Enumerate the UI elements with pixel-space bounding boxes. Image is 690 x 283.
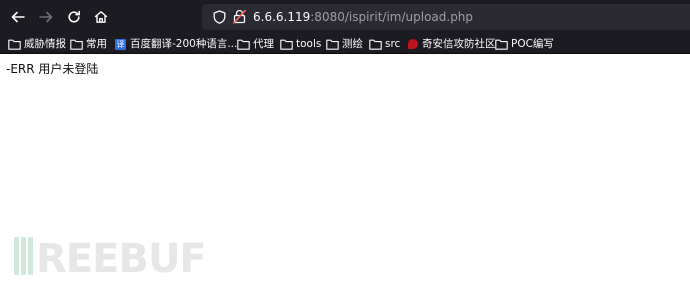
bookmark-label: tools [296,38,322,50]
back-icon [11,11,25,23]
home-button[interactable] [89,5,113,29]
bookmark-folder-proxy[interactable]: 代理 [237,36,274,52]
reload-icon [68,10,80,23]
home-icon [94,11,108,23]
bookmark-folder-src[interactable]: src [369,36,400,52]
bookmark-folder-common[interactable]: 常用 [70,36,107,52]
watermark-text: REEBUF [36,236,206,277]
bookmark-label: 测绘 [342,38,363,50]
address-bar[interactable]: 6.6.6.119:8080/ispirit/im/upload.php [202,4,690,30]
url-host: 6.6.6.119 [253,10,311,24]
folder-icon [280,38,293,50]
back-button[interactable] [6,5,30,29]
bookmarks-toolbar: 威胁情报 常用 译 百度翻译-200种语言... 代理 tools 测绘 src… [0,34,690,54]
folder-icon [8,38,21,50]
forward-icon [39,11,53,23]
freebuf-watermark-logo: REEBUF [14,236,207,277]
folder-icon [495,38,508,50]
bookmark-folder-poc[interactable]: POC编写 [495,36,554,52]
bookmark-folder-threat-intel[interactable]: 威胁情报 [8,36,66,52]
folder-icon [70,38,83,50]
bookmark-label: 代理 [253,38,274,50]
browser-toolbar: 6.6.6.119:8080/ispirit/im/upload.php [0,0,690,34]
bookmark-label: POC编写 [511,38,554,50]
qianxin-favicon [406,38,419,50]
page-message: -ERR 用户未登陆 [6,62,99,76]
bookmark-label: 威胁情报 [24,38,66,50]
bookmark-label: 常用 [86,38,107,50]
bookmark-label: src [385,38,401,50]
url-path: :8080/ispirit/im/upload.php [310,10,474,24]
translate-favicon: 译 [115,38,126,50]
bookmark-label: 百度翻译-200种语言... [130,38,238,50]
bookmark-folder-tools[interactable]: tools [280,36,321,52]
bookmark-folder-mapping[interactable]: 测绘 [326,36,363,52]
url-text[interactable]: 6.6.6.119:8080/ispirit/im/upload.php [253,9,473,25]
bookmark-baidu-translate[interactable]: 译 百度翻译-200种语言... [114,36,237,52]
forward-button[interactable] [34,5,58,29]
folder-icon [326,38,339,50]
folder-icon [369,38,382,50]
insecure-lock-icon[interactable] [233,9,246,24]
folder-icon [237,38,250,50]
shield-icon[interactable] [213,10,226,24]
bookmark-qianxin-community[interactable]: 奇安信攻防社区 [406,36,496,52]
bookmark-label: 奇安信攻防社区 [422,38,496,50]
reload-button[interactable] [62,5,86,29]
